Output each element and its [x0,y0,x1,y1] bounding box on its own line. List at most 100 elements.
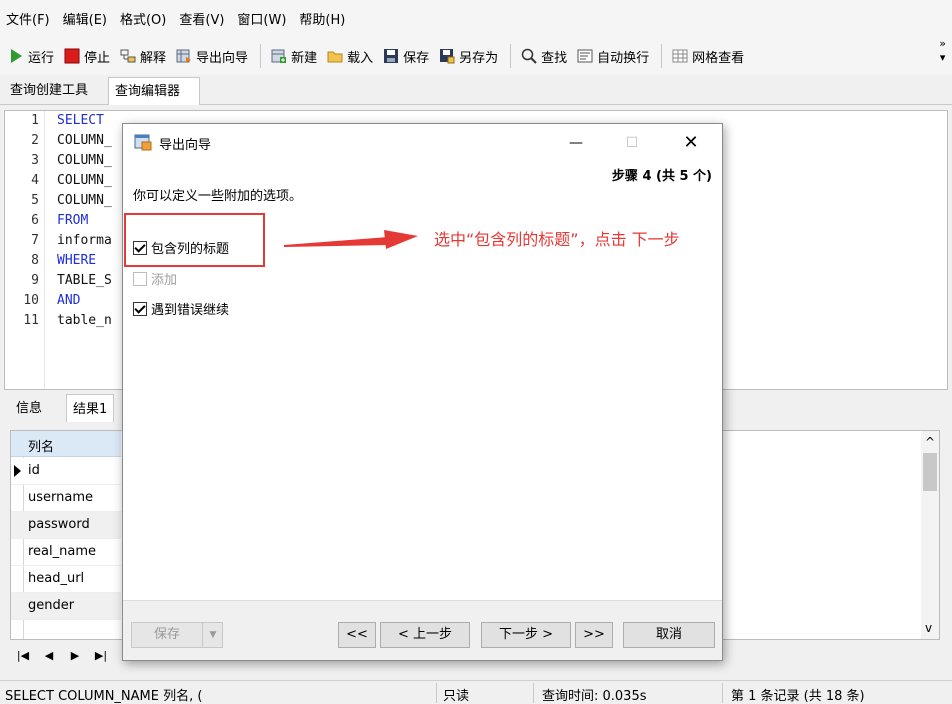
vertical-scrollbar[interactable]: ^ v [921,431,939,639]
step-indicator: 步骤 4 (共 5 个) [611,169,712,184]
line-number: 6 [31,213,39,228]
line-number: 8 [31,253,39,268]
last-record-icon[interactable]: ▶| [88,649,114,662]
tab-info[interactable]: 信息 [10,394,48,422]
dialog-title-bar[interactable]: 导出向导 — ☐ ✕ [123,124,722,162]
column-header-label: 列名 [28,440,55,455]
table-row[interactable]: gender [11,593,121,620]
folder-icon [327,48,343,64]
code-line: COLUMN_ [57,153,112,168]
table-row[interactable]: real_name [11,539,121,566]
continue-on-error-checkbox[interactable]: 遇到错误继续 [133,299,229,318]
previous-record-icon[interactable]: ◀ [36,649,62,662]
minimize-button[interactable]: — [553,124,599,162]
table-row[interactable]: id [11,458,121,485]
dialog-title: 导出向导 [159,138,212,153]
code-line: table_n [57,313,112,328]
code-line: TABLE_S [57,273,112,288]
first-step-button[interactable]: << [338,622,376,648]
close-button[interactable]: ✕ [668,124,714,162]
line-number: 9 [31,273,39,288]
tab-query-editor[interactable]: 查询编辑器 [108,77,200,105]
toolbar-separator [661,44,663,68]
code-line: COLUMN_ [57,133,112,148]
append-checkbox: 添加 [133,269,177,288]
export-icon [176,48,192,64]
tab-result1[interactable]: 结果1 [66,394,115,422]
column-header[interactable]: 列名 [11,431,121,457]
table-cell: id [28,463,40,478]
save-as-button[interactable]: 另存为 [439,47,498,66]
explain-button[interactable]: 解释 [120,47,166,66]
menu-window[interactable]: 窗口(W) [237,9,286,28]
menu-format[interactable]: 格式(O) [120,9,166,28]
annotation-highlight-box [124,213,265,267]
status-separator [533,683,534,703]
grid-view-button[interactable]: 网格查看 [672,47,744,66]
current-row-indicator-icon [14,465,21,477]
code-line: informa [57,233,112,248]
toolbar-separator [510,44,512,68]
export-wizard-icon [134,134,152,151]
scroll-down-icon[interactable]: v [925,621,932,635]
play-icon [8,48,24,64]
new-label: 新建 [291,50,318,66]
last-step-button[interactable]: >> [575,622,613,648]
stop-button[interactable]: 停止 [64,47,110,66]
line-number: 2 [31,133,39,148]
new-button[interactable]: 新建 [271,47,317,66]
export-wizard-button[interactable]: 导出向导 [176,47,248,66]
scrollbar-thumb[interactable] [923,453,937,491]
tab-query-builder[interactable]: 查询创建工具 [4,77,104,105]
status-separator [722,683,723,703]
next-record-icon[interactable]: ▶ [62,649,88,662]
run-button[interactable]: 运行 [8,47,54,66]
table-cell: real_name [28,544,97,559]
menu-file[interactable]: 文件(F) [6,9,50,28]
checkbox-checked-icon [133,301,147,316]
scroll-up-icon[interactable]: ^ [925,435,935,449]
table-row[interactable]: password [11,512,121,539]
save-button[interactable]: 保存 [383,47,429,66]
code-line: WHERE [57,253,97,268]
load-label: 载入 [347,50,374,66]
stop-label: 停止 [84,50,111,66]
menu-view[interactable]: 查看(V) [179,9,224,28]
step-description: 你可以定义一些附加的选项。 [133,189,303,204]
save-as-label: 另存为 [459,50,499,66]
maximize-button: ☐ [609,124,655,162]
status-bar: SELECT COLUMN_NAME 列名, ( 只读 查询时间: 0.035s… [0,680,952,704]
load-button[interactable]: 载入 [327,47,373,66]
grid-icon [672,48,688,64]
cancel-button[interactable]: 取消 [623,622,715,648]
grid-view-label: 网格查看 [692,50,745,66]
status-query-time: 查询时间: 0.035s [542,689,647,704]
code-line: AND [57,293,81,308]
line-number: 11 [23,313,39,328]
table-row[interactable]: head_url [11,566,121,593]
save-as-icon [439,48,455,64]
next-step-button[interactable]: 下一步 > [481,622,571,648]
first-record-icon[interactable]: |◀ [10,649,36,662]
code-line: COLUMN_ [57,193,112,208]
minimize-icon: — [569,135,583,151]
dialog-save-button: 保存 ▼ [131,622,223,648]
line-number: 4 [31,173,39,188]
toolbar-overflow-button[interactable]: » ▾ [939,37,946,65]
table-row[interactable]: username [11,485,121,512]
menu-help[interactable]: 帮助(H) [299,9,345,28]
menu-edit[interactable]: 编辑(E) [63,9,107,28]
record-navigator: |◀ ◀ ▶ ▶| [10,644,130,666]
dialog-separator [123,600,722,601]
status-record-count: 第 1 条记录 (共 18 条) [731,689,865,704]
maximize-icon: ☐ [625,135,639,151]
stop-icon [64,48,80,64]
save-label: 保存 [403,50,430,66]
find-button[interactable]: 查找 [521,47,567,66]
find-label: 查找 [541,50,568,66]
previous-step-button[interactable]: < 上一步 [380,622,470,648]
menu-bar: 文件(F) 编辑(E) 格式(O) 查看(V) 窗口(W) 帮助(H) [0,0,952,37]
word-wrap-button[interactable]: 自动换行 [577,47,649,66]
status-sql: SELECT COLUMN_NAME 列名, ( [5,689,203,704]
code-line: COLUMN_ [57,173,112,188]
